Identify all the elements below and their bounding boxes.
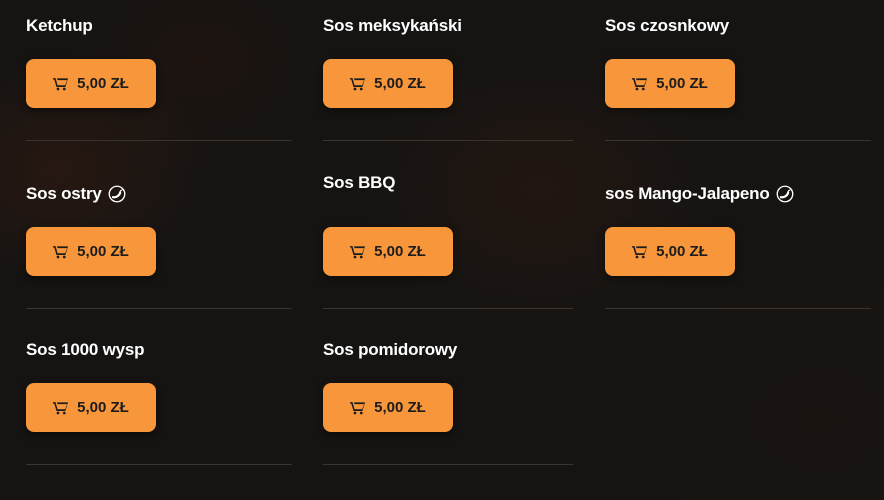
product-grid: Ketchup 5,00 ZŁ Sos meksykański 5,00 ZŁ … [0, 0, 884, 500]
product-name-text: Sos meksykański [323, 16, 462, 35]
product-card: Sos BBQ 5,00 ZŁ [323, 168, 589, 309]
product-card: Sos ostry 5,00 ZŁ [26, 168, 292, 309]
product-name: Sos pomidorowy [323, 340, 457, 360]
add-to-cart-button[interactable]: 5,00 ZŁ [26, 59, 156, 108]
divider [605, 308, 871, 309]
cart-icon [53, 245, 69, 258]
product-name: Sos czosnkowy [605, 16, 729, 36]
price-label: 5,00 ZŁ [374, 399, 426, 416]
price-label: 5,00 ZŁ [77, 75, 129, 92]
chili-pepper-icon [108, 185, 126, 203]
add-to-cart-button[interactable]: 5,00 ZŁ [323, 227, 453, 276]
cart-icon [350, 77, 366, 90]
product-name-text: Sos BBQ [323, 173, 396, 192]
divider [323, 464, 573, 465]
divider [26, 140, 292, 141]
price-label: 5,00 ZŁ [656, 243, 708, 260]
product-card: sos Mango-Jalapeno 5,00 ZŁ [605, 168, 871, 309]
product-name: Sos ostry [26, 184, 126, 204]
product-name-text: Ketchup [26, 16, 93, 35]
add-to-cart-button[interactable]: 5,00 ZŁ [605, 59, 735, 108]
divider [323, 308, 573, 309]
price-label: 5,00 ZŁ [374, 75, 426, 92]
product-name-text: Sos pomidorowy [323, 340, 458, 359]
product-card: Ketchup 5,00 ZŁ [26, 0, 292, 141]
cart-icon [350, 245, 366, 258]
cart-icon [53, 77, 69, 90]
product-name-text: Sos 1000 wysp [26, 340, 145, 359]
product-name: Ketchup [26, 16, 93, 36]
add-to-cart-button[interactable]: 5,00 ZŁ [26, 227, 156, 276]
price-label: 5,00 ZŁ [656, 75, 708, 92]
cart-icon [632, 245, 648, 258]
cart-icon [53, 401, 69, 414]
product-card: Sos 1000 wysp 5,00 ZŁ [26, 324, 292, 465]
add-to-cart-button[interactable]: 5,00 ZŁ [26, 383, 156, 432]
product-name-text: Sos ostry [26, 184, 102, 203]
divider [26, 464, 292, 465]
divider [605, 140, 871, 141]
product-card: Sos meksykański 5,00 ZŁ [323, 0, 589, 141]
product-name: Sos 1000 wysp [26, 340, 145, 360]
price-label: 5,00 ZŁ [374, 243, 426, 260]
cart-icon [632, 77, 648, 90]
divider [323, 140, 573, 141]
price-label: 5,00 ZŁ [77, 243, 129, 260]
chili-pepper-icon [776, 185, 793, 203]
add-to-cart-button[interactable]: 5,00 ZŁ [323, 59, 453, 108]
divider [26, 308, 292, 309]
add-to-cart-button[interactable]: 5,00 ZŁ [605, 227, 735, 276]
product-name-text: sos Mango-Jalapeno [605, 184, 770, 203]
price-label: 5,00 ZŁ [77, 399, 129, 416]
add-to-cart-button[interactable]: 5,00 ZŁ [323, 383, 453, 432]
product-card: Sos czosnkowy 5,00 ZŁ [605, 0, 871, 141]
product-name-text: Sos czosnkowy [605, 16, 729, 35]
product-card: Sos pomidorowy 5,00 ZŁ [323, 324, 589, 465]
product-name: sos Mango-Jalapeno [605, 184, 794, 204]
product-name: Sos BBQ [323, 173, 395, 193]
product-name: Sos meksykański [323, 16, 462, 36]
cart-icon [350, 401, 366, 414]
